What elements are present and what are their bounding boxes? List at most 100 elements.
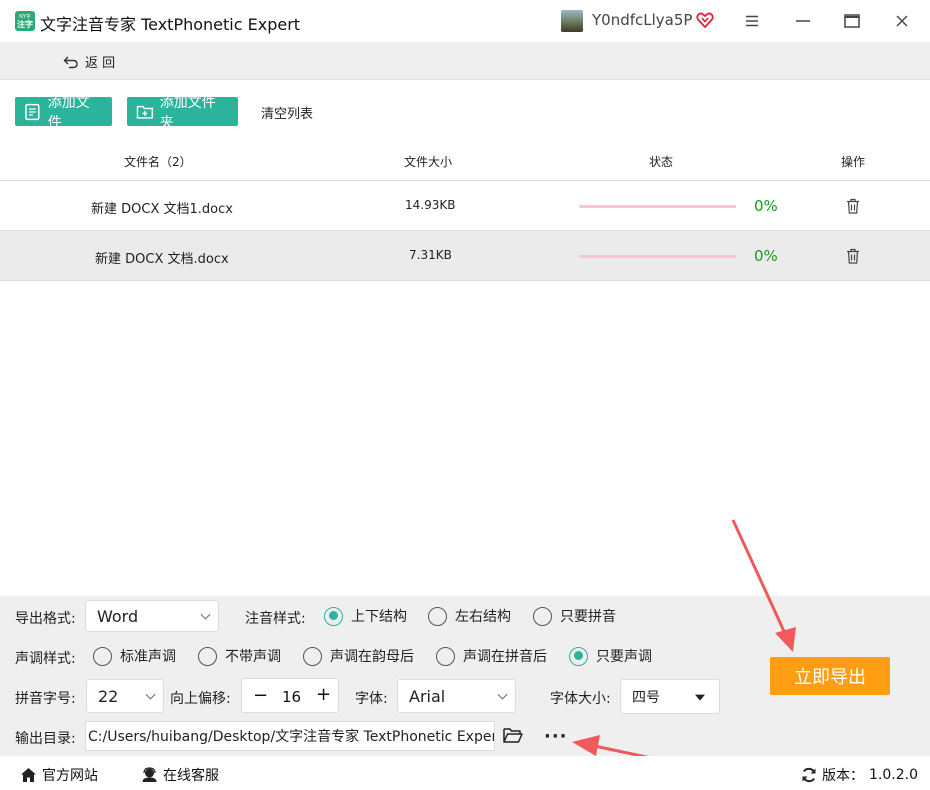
decrement-button[interactable]: − (253, 685, 268, 706)
chevron-down-icon (145, 689, 156, 700)
footer: 官方网站 在线客服 版本： 1.0.2.0 (0, 756, 930, 790)
clear-list-button[interactable]: 清空列表 (261, 103, 313, 122)
chevron-down-icon (200, 609, 211, 620)
add-folder-button[interactable]: 添加文件夹 (127, 95, 238, 131)
font-label: 字体: (355, 691, 388, 707)
radio-icon (303, 646, 322, 666)
progress-bar (579, 255, 736, 258)
radio-icon (436, 646, 455, 666)
official-website-link[interactable]: 官方网站 (20, 765, 98, 785)
radio-label: 只要声调 (596, 649, 652, 665)
font-select[interactable]: Arial (397, 679, 516, 713)
back-label: 返 回 (85, 56, 116, 71)
font-size-select[interactable]: 四号 (620, 679, 720, 714)
increment-button[interactable]: + (316, 684, 331, 705)
support-agent-icon (142, 767, 157, 782)
radio-icon (198, 646, 217, 666)
radio-label: 标准声调 (120, 649, 176, 665)
chevron-down-icon (497, 689, 508, 700)
export-format-select[interactable]: Word (85, 600, 219, 632)
export-now-button[interactable]: 立即导出 (770, 657, 890, 695)
tone-option-standard[interactable]: 标准声调 (93, 646, 176, 666)
radio-label: 左右结构 (455, 609, 511, 625)
file-size: 7.31KB (409, 248, 452, 262)
app-logo: NY字 注字 (15, 11, 35, 31)
progress-bar (579, 205, 736, 208)
tone-option-after-final[interactable]: 声调在韵母后 (303, 646, 414, 666)
add-folder-label: 添加文件夹 (159, 94, 216, 131)
maximize-icon[interactable] (839, 8, 865, 34)
tone-style-label: 声调样式: (15, 651, 76, 667)
user-name[interactable]: Y0ndfcLlya5P (592, 11, 692, 29)
app-title: 文字注音专家 TextPhonetic Expert (40, 15, 301, 34)
avatar[interactable] (561, 10, 583, 32)
radio-icon (428, 606, 447, 626)
official-website-label: 官方网站 (42, 768, 98, 784)
tone-option-after-pinyin[interactable]: 声调在拼音后 (436, 646, 547, 666)
radio-icon (93, 646, 112, 666)
delete-icon[interactable] (846, 248, 860, 264)
font-size-label: 字体大小: (550, 691, 611, 707)
add-file-button[interactable]: 添加文件 (15, 95, 112, 131)
version-number: 1.0.2.0 (869, 767, 918, 783)
home-icon (21, 768, 36, 782)
file-name: 新建 DOCX 文档.docx (95, 252, 229, 267)
back-bar: 返 回 (0, 42, 930, 80)
font-size-value: 四号 (632, 689, 660, 706)
radio-label: 上下结构 (351, 609, 407, 625)
annotation-option-left-right[interactable]: 左右结构 (428, 606, 511, 626)
title-bar: NY字 注字 文字注音专家 TextPhonetic Expert Y0ndfc… (0, 0, 930, 42)
column-header-action: 操作 (841, 155, 866, 169)
radio-label: 声调在拼音后 (463, 649, 547, 665)
offset-label: 向上偏移: (170, 691, 231, 707)
progress-percent: 0% (754, 247, 778, 265)
column-header-status: 状态 (649, 155, 674, 169)
version-label: 版本： (822, 768, 864, 784)
app-logo-bottom-text: 注字 (17, 19, 33, 29)
output-dir-field[interactable]: C:/Users/huibang/Desktop/文字注音专家 TextPhon… (85, 721, 495, 751)
offset-value[interactable]: 16 (282, 688, 301, 706)
radio-label: 声调在韵母后 (330, 649, 414, 665)
offset-stepper[interactable]: − 16 + (241, 678, 339, 713)
progress-percent: 0% (754, 197, 778, 215)
radio-label: 只要拼音 (560, 609, 616, 625)
back-arrow-icon (63, 56, 78, 68)
pinyin-size-select[interactable]: 22 (86, 679, 164, 713)
file-name: 新建 DOCX 文档1.docx (91, 202, 233, 217)
online-support-label: 在线客服 (163, 768, 219, 784)
table-row[interactable]: 新建 DOCX 文档1.docx 14.93KB 0% (0, 180, 930, 230)
refresh-icon (802, 767, 816, 783)
tone-option-no-tone[interactable]: 不带声调 (198, 646, 281, 666)
add-folder-icon (136, 105, 154, 119)
open-folder-icon[interactable] (503, 727, 523, 744)
table-row[interactable]: 新建 DOCX 文档.docx 7.31KB 0% (0, 230, 930, 280)
menu-icon[interactable] (739, 8, 765, 34)
version-info[interactable]: 版本： 1.0.2.0 (801, 765, 918, 785)
vip-heart-icon[interactable] (696, 11, 714, 29)
radio-icon (324, 606, 343, 626)
export-format-value: Word (97, 606, 139, 626)
minimize-icon[interactable] (790, 8, 816, 34)
close-icon[interactable] (889, 8, 915, 34)
add-file-icon (25, 103, 40, 120)
annotation-option-top-bottom[interactable]: 上下结构 (324, 606, 407, 626)
table-divider (0, 280, 930, 281)
radio-icon (569, 646, 588, 666)
radio-icon (533, 606, 552, 626)
annotation-option-pinyin-only[interactable]: 只要拼音 (533, 606, 616, 626)
back-button[interactable]: 返 回 (63, 52, 115, 71)
more-options-button[interactable]: ··· (544, 726, 568, 747)
pinyin-size-value: 22 (98, 686, 119, 706)
add-file-label: 添加文件 (47, 94, 90, 131)
annotation-style-label: 注音样式: (245, 611, 306, 627)
file-size: 14.93KB (405, 198, 456, 212)
output-dir-label: 输出目录: (15, 731, 76, 747)
delete-icon[interactable] (846, 198, 860, 214)
online-support-link[interactable]: 在线客服 (141, 765, 219, 785)
column-header-name: 文件名（2） (124, 155, 192, 169)
pinyin-size-label: 拼音字号: (15, 691, 76, 707)
tone-option-tone-only[interactable]: 只要声调 (569, 646, 652, 666)
radio-label: 不带声调 (225, 649, 281, 665)
caret-down-icon (695, 694, 705, 701)
font-value: Arial (409, 686, 446, 706)
